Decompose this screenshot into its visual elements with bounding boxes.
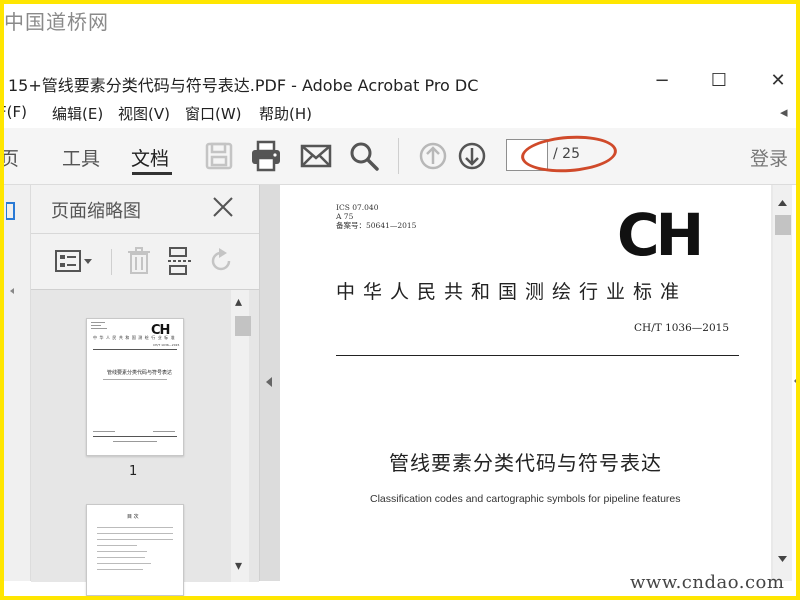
- next-page-icon[interactable]: [454, 138, 490, 174]
- thumbnail-publisher-line: [113, 441, 157, 442]
- document-ics-block: ICS 07.040 A 75 备案号：50641—2015: [336, 203, 416, 230]
- thumbnails-panel: 页面缩略图 CH 中 华 人 民 共 和 国 测 绘 行 业 标 准 CH/T …: [31, 185, 260, 596]
- thumbnail-subtitle-line: [103, 379, 167, 380]
- document-logo: CH: [617, 201, 704, 269]
- watermark-bottom: www.cndao.com: [630, 572, 785, 593]
- toolbar-separator: [111, 249, 112, 275]
- expand-right-panel-icon[interactable]: [792, 374, 800, 388]
- document-title: 管线要素分类代码与符号表达: [389, 451, 662, 475]
- trash-icon[interactable]: [123, 245, 155, 277]
- title-bar: 15+管线要素分类代码与符号表达.PDF - Adobe Acrobat Pro…: [4, 66, 796, 96]
- page-thumbnail-1-number: 1: [129, 464, 138, 479]
- maximize-button[interactable]: ☐: [699, 66, 739, 96]
- thumbnail-toc-line: [97, 533, 173, 534]
- scrollbar-thumb[interactable]: [775, 215, 791, 235]
- thumbnail-bottom-rule: [93, 436, 177, 437]
- document-ics-line: A 75: [336, 212, 354, 221]
- rotate-icon[interactable]: [205, 245, 237, 277]
- previous-page-icon[interactable]: [415, 138, 451, 174]
- document-ics-line: 备案号：50641—2015: [336, 221, 417, 230]
- panel-splitter[interactable]: [260, 185, 280, 581]
- menu-bar: F(F) 编辑(E) 视图(V) 窗口(W) 帮助(H) ◂: [4, 100, 796, 126]
- scroll-down-icon[interactable]: [777, 555, 788, 563]
- tab-tools[interactable]: 工具: [62, 144, 100, 171]
- close-icon[interactable]: [211, 195, 235, 219]
- menu-help[interactable]: 帮助(H): [259, 103, 312, 124]
- menu-view[interactable]: 视图(V): [118, 103, 170, 124]
- tab-home[interactable]: 页: [4, 144, 19, 171]
- thumbnail-toc-line: [97, 551, 147, 552]
- document-page: ICS 07.040 A 75 备案号：50641—2015 CH 中华人民共和…: [281, 185, 771, 581]
- thumbnail-rule: [93, 349, 177, 350]
- thumbnails-scrollbar[interactable]: ▴ ▾: [231, 290, 251, 582]
- thumbnail-toc-line: [97, 563, 151, 564]
- thumbnails-nav-icon[interactable]: [6, 202, 16, 220]
- thumbnail-options-icon[interactable]: [53, 245, 95, 277]
- menu-edit[interactable]: 编辑(E): [52, 103, 103, 124]
- thumbnail-toc-line: [97, 545, 137, 546]
- main-toolbar: 页 工具 文档 / 25 登录: [4, 128, 796, 185]
- menu-file[interactable]: F(F): [4, 103, 27, 121]
- thumbnail-toc-line: [97, 527, 173, 528]
- thumbnails-list: CH 中 华 人 民 共 和 国 测 绘 行 业 标 准 CH/T 1036—2…: [31, 289, 259, 596]
- thumbnail-date-line: [153, 431, 175, 432]
- document-english-title: Classification codes and cartographic sy…: [370, 493, 681, 505]
- toolbar-separator: [398, 138, 399, 174]
- tab-document[interactable]: 文档: [131, 144, 169, 171]
- navigation-rail: [4, 185, 31, 581]
- window-title: 15+管线要素分类代码与符号表达.PDF - Adobe Acrobat Pro…: [8, 76, 479, 95]
- document-organization: 中华人民共和国测绘行业标准: [336, 281, 688, 303]
- menu-overflow-icon[interactable]: ◂: [780, 103, 788, 121]
- thumbnail-ics-line: [91, 322, 105, 323]
- login-button[interactable]: 登录: [750, 144, 788, 171]
- thumbnail-title: 管线要素分类代码与符号表达: [107, 370, 173, 376]
- print-icon[interactable]: [248, 138, 284, 174]
- menu-window[interactable]: 窗口(W): [185, 103, 242, 124]
- thumbnail-code: CH/T 1036—2015: [153, 343, 180, 347]
- mail-icon[interactable]: [298, 138, 334, 174]
- scroll-up-icon[interactable]: ▴: [235, 294, 242, 310]
- extract-page-icon[interactable]: [164, 245, 196, 277]
- document-view[interactable]: ICS 07.040 A 75 备案号：50641—2015 CH 中华人民共和…: [281, 185, 773, 581]
- thumbnail-date-line: [93, 431, 115, 432]
- save-icon[interactable]: [201, 138, 237, 174]
- thumbnail-ics-line: [91, 328, 107, 329]
- thumbnail-org: 中 华 人 民 共 和 国 测 绘 行 业 标 准: [93, 335, 176, 340]
- search-icon[interactable]: [346, 138, 382, 174]
- watermark-top: 中国道桥网: [4, 10, 109, 34]
- thumbnail-toc-line: [97, 557, 145, 558]
- active-tab-indicator: [132, 172, 172, 175]
- document-rule: [336, 355, 739, 356]
- thumbnail-toc-heading: 目 次: [127, 514, 139, 520]
- scrollbar-thumb[interactable]: [235, 316, 251, 336]
- page-thumbnail-2[interactable]: 目 次: [86, 504, 184, 596]
- panel-divider: [31, 233, 259, 234]
- thumbnails-toolbar: [31, 237, 259, 283]
- close-button[interactable]: ✕: [758, 66, 796, 96]
- page-thumbnail-1[interactable]: CH 中 华 人 民 共 和 国 测 绘 行 业 标 准 CH/T 1036—2…: [86, 318, 184, 456]
- scroll-down-icon[interactable]: ▾: [235, 558, 242, 574]
- thumbnails-panel-title: 页面缩略图: [51, 201, 141, 222]
- collapse-rail-icon[interactable]: [8, 285, 16, 297]
- collapse-panel-icon[interactable]: [264, 375, 274, 389]
- document-standard-code: CH/T 1036—2015: [634, 322, 730, 334]
- document-scrollbar[interactable]: [773, 185, 792, 581]
- thumbnail-toc-line: [97, 539, 173, 540]
- thumbnail-ics-line: [91, 325, 101, 326]
- document-ics-line: ICS 07.040: [336, 203, 379, 212]
- scroll-up-icon[interactable]: [777, 199, 788, 207]
- minimize-button[interactable]: −: [642, 66, 682, 96]
- thumbnail-toc-line: [97, 569, 143, 570]
- screenshot-frame: 中国道桥网 15+管线要素分类代码与符号表达.PDF - Adobe Acrob…: [0, 0, 800, 600]
